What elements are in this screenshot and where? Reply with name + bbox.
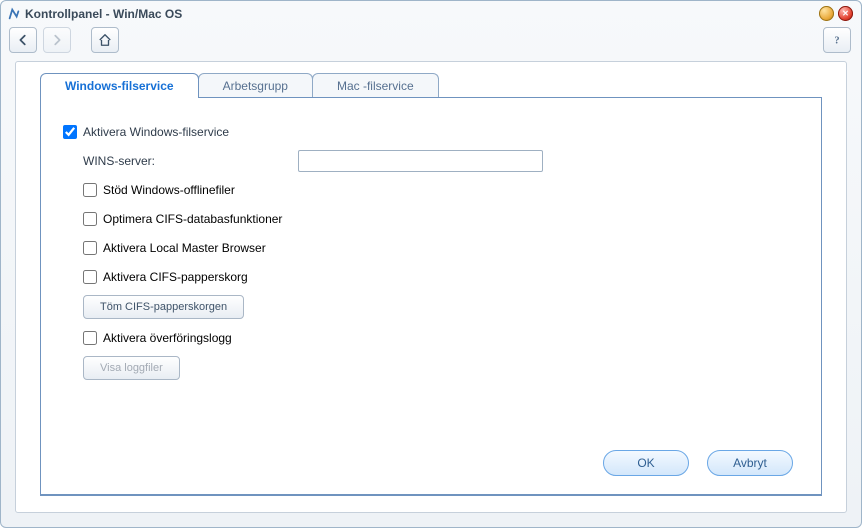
row-activate-windows: Aktivera Windows-filservice [63,120,803,144]
home-button[interactable] [91,27,119,53]
view-logs-button[interactable]: Visa loggfiler [83,356,180,380]
label-lmb: Aktivera Local Master Browser [103,241,266,255]
tab-label: Arbetsgrupp [223,79,288,93]
tab-label: Windows-filservice [65,79,174,93]
app-icon [7,7,21,21]
app-window: Kontrollpanel - Win/Mac OS ? Windows-fil… [0,0,862,528]
window-title: Kontrollpanel - Win/Mac OS [25,7,182,21]
label-offline-files: Stöd Windows-offlinefiler [103,183,235,197]
label-activate-windows: Aktivera Windows-filservice [83,125,229,139]
checkbox-cifs-db[interactable] [83,212,97,226]
tab-panel: Aktivera Windows-filservice WINS-server:… [40,97,822,496]
row-lmb: Aktivera Local Master Browser [83,235,803,261]
ok-button[interactable]: OK [603,450,689,476]
label-cifs-db: Optimera CIFS-databasfunktioner [103,212,282,226]
row-cifs-trash: Aktivera CIFS-papperskorg [83,264,803,290]
tab-mac-filservice[interactable]: Mac -filservice [312,73,439,98]
checkbox-offline-files[interactable] [83,183,97,197]
row-cifs-db: Optimera CIFS-databasfunktioner [83,206,803,232]
label-cifs-trash: Aktivera CIFS-papperskorg [103,270,248,284]
tab-arbetsgrupp[interactable]: Arbetsgrupp [198,73,313,98]
titlebar: Kontrollpanel - Win/Mac OS [1,1,861,23]
close-icon[interactable] [838,6,853,21]
help-button[interactable]: ? [823,27,851,53]
label-wins-server: WINS-server: [83,154,298,168]
toolbar: ? [1,23,861,57]
row-offline-files: Stöd Windows-offlinefiler [83,177,803,203]
content-area: Windows-filservice Arbetsgrupp Mac -fils… [15,61,847,513]
checkbox-lmb[interactable] [83,241,97,255]
checkbox-activate-windows[interactable] [63,125,77,139]
cancel-button[interactable]: Avbryt [707,450,793,476]
footer-buttons: OK Avbryt [603,450,793,476]
minimize-icon[interactable] [819,6,834,21]
tab-label: Mac -filservice [337,79,414,93]
tabbar: Windows-filservice Arbetsgrupp Mac -fils… [40,70,846,98]
back-button[interactable] [9,27,37,53]
checkbox-xferlog[interactable] [83,331,97,345]
label-xferlog: Aktivera överföringslogg [103,331,232,345]
row-wins-server: WINS-server: [83,148,803,174]
tab-windows-filservice[interactable]: Windows-filservice [40,73,199,98]
empty-trash-button[interactable]: Töm CIFS-papperskorgen [83,295,244,319]
checkbox-cifs-trash[interactable] [83,270,97,284]
wins-server-input[interactable] [298,150,543,172]
row-xferlog: Aktivera överföringslogg [83,325,803,351]
svg-text:?: ? [834,36,839,47]
forward-button[interactable] [43,27,71,53]
